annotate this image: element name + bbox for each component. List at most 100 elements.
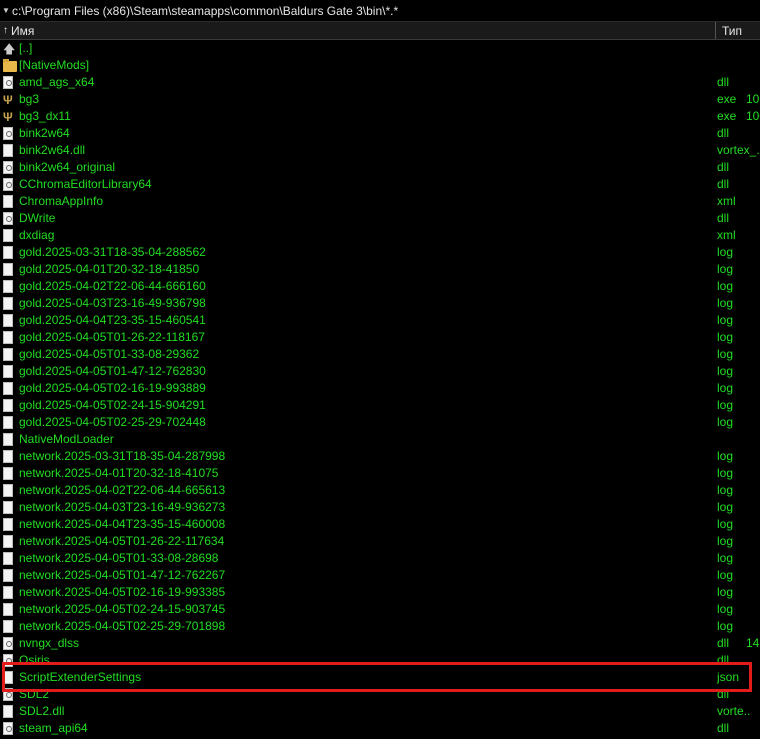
file-row[interactable]: steam_api64 dll <box>0 720 760 737</box>
file-type: dll <box>717 75 730 89</box>
file-row[interactable]: ScriptExtenderSettings json <box>0 669 760 686</box>
file-name: bink2w64 <box>19 126 70 140</box>
file-type: dll <box>717 160 730 174</box>
file-row[interactable]: bink2w64_original dll <box>0 159 760 176</box>
file-name: SDL2.dll <box>19 704 65 718</box>
file-row[interactable]: network.2025-04-02T22-06-44-665613 log <box>0 482 760 499</box>
column-type-header[interactable]: Тип <box>718 22 742 39</box>
file-list: 🡅 [..] [NativeMods] amd_ags_x64 dll Ψbg3 exe 10… <box>0 40 760 737</box>
file-row[interactable]: [NativeMods] <box>0 57 760 74</box>
file-name: gold.2025-04-05T01-47-12-762830 <box>19 364 206 378</box>
file-name: NativeModLoader <box>19 432 114 446</box>
file-row[interactable]: network.2025-04-03T23-16-49-936273 log <box>0 499 760 516</box>
file-type: log <box>717 449 734 463</box>
file-row[interactable]: network.2025-04-05T02-24-15-903745 log <box>0 601 760 618</box>
file-type: dll <box>717 721 730 735</box>
up-icon: 🡅 <box>3 42 16 56</box>
file-icon <box>3 466 15 481</box>
file-row[interactable]: network.2025-04-05T02-25-29-701898 log <box>0 618 760 635</box>
file-row[interactable]: dxdiag xml <box>0 227 760 244</box>
file-row[interactable]: nvngx_dlss dll 14 <box>0 635 760 652</box>
sort-arrow-icon: ↑ <box>3 25 8 36</box>
file-row[interactable]: SDL2.dll vorte.. <box>0 703 760 720</box>
file-row[interactable]: network.2025-04-05T01-26-22-117634 log <box>0 533 760 550</box>
file-type: xml <box>717 194 736 208</box>
file-row[interactable]: gold.2025-04-05T01-26-22-118167 log <box>0 329 760 346</box>
bg3-icon: Ψ <box>3 93 13 107</box>
file-row[interactable]: DWrite dll <box>0 210 760 227</box>
file-icon <box>3 483 15 498</box>
file-type: log <box>717 534 734 548</box>
file-name: gold.2025-04-05T02-16-19-993889 <box>19 381 206 395</box>
file-row[interactable]: gold.2025-04-05T02-25-29-702448 log <box>0 414 760 431</box>
file-type: log <box>717 381 734 395</box>
file-row[interactable]: network.2025-04-05T01-47-12-762267 log <box>0 567 760 584</box>
file-type: log <box>717 551 734 565</box>
file-row[interactable]: gold.2025-04-05T01-33-08-29362 log <box>0 346 760 363</box>
file-row[interactable]: SDL2 dll <box>0 686 760 703</box>
file-row[interactable]: bink2w64 dll <box>0 125 760 142</box>
dll-icon <box>3 211 15 226</box>
file-icon <box>3 381 15 396</box>
file-type: log <box>717 500 734 514</box>
file-type: log <box>717 313 734 327</box>
file-name: dxdiag <box>19 228 55 242</box>
file-type: log <box>717 279 734 293</box>
file-name: gold.2025-04-05T02-24-15-904291 <box>19 398 206 412</box>
file-row[interactable]: ChromaAppInfo xml <box>0 193 760 210</box>
file-row[interactable]: Osiris dll <box>0 652 760 669</box>
file-name: gold.2025-04-02T22-06-44-666160 <box>19 279 206 293</box>
drive-dropdown-icon[interactable]: ▼ <box>0 6 12 15</box>
bg3-icon: Ψ <box>3 110 13 124</box>
file-row[interactable]: network.2025-03-31T18-35-04-287998 log <box>0 448 760 465</box>
file-row[interactable]: network.2025-04-01T20-32-18-41075 log <box>0 465 760 482</box>
file-type: log <box>717 568 734 582</box>
file-icon <box>3 143 15 158</box>
dll-icon <box>3 687 15 702</box>
file-row[interactable]: Ψbg3 exe 103 <box>0 91 760 108</box>
file-name: bg3 <box>19 92 40 106</box>
file-icon <box>3 364 15 379</box>
file-name: bink2w64.dll <box>19 143 86 157</box>
file-name: Osiris <box>19 653 50 667</box>
file-name: gold.2025-04-05T02-25-29-702448 <box>19 415 206 429</box>
file-row[interactable]: network.2025-04-05T02-16-19-993385 log <box>0 584 760 601</box>
file-row[interactable]: bink2w64.dll vortex_.. <box>0 142 760 159</box>
file-row[interactable]: amd_ags_x64 dll <box>0 74 760 91</box>
file-type: log <box>717 347 734 361</box>
file-row[interactable]: gold.2025-04-05T02-16-19-993889 log <box>0 380 760 397</box>
file-name: gold.2025-04-03T23-16-49-936798 <box>19 296 206 310</box>
file-row[interactable]: gold.2025-04-05T01-47-12-762830 log <box>0 363 760 380</box>
file-row[interactable]: gold.2025-04-01T20-32-18-41850 log <box>0 261 760 278</box>
file-icon <box>3 568 15 583</box>
file-row[interactable]: network.2025-04-04T23-35-15-460008 log <box>0 516 760 533</box>
file-name: network.2025-04-02T22-06-44-665613 <box>19 483 226 497</box>
dll-icon <box>3 126 15 141</box>
column-name-header[interactable]: ↑ Имя <box>0 22 716 39</box>
file-icon <box>3 704 15 719</box>
file-row[interactable]: NativeModLoader <box>0 431 760 448</box>
file-row[interactable]: gold.2025-04-03T23-16-49-936798 log <box>0 295 760 312</box>
file-name: network.2025-04-01T20-32-18-41075 <box>19 466 219 480</box>
file-row[interactable]: CChromaEditorLibrary64 dll <box>0 176 760 193</box>
file-type: exe <box>717 92 737 106</box>
file-type: log <box>717 602 734 616</box>
file-icon <box>3 262 15 277</box>
file-icon <box>3 585 15 600</box>
file-row[interactable]: gold.2025-04-02T22-06-44-666160 log <box>0 278 760 295</box>
file-icon <box>3 296 15 311</box>
file-row[interactable]: 🡅 [..] <box>0 40 760 57</box>
file-name: ChromaAppInfo <box>19 194 104 208</box>
path-bar[interactable]: ▼ c:\Program Files (x86)\Steam\steamapps… <box>0 0 760 22</box>
file-row[interactable]: network.2025-04-05T01-33-08-28698 log <box>0 550 760 567</box>
file-type: dll <box>717 177 730 191</box>
file-type: log <box>717 619 734 633</box>
file-name: network.2025-04-05T01-47-12-762267 <box>19 568 226 582</box>
file-row[interactable]: gold.2025-04-05T02-24-15-904291 log <box>0 397 760 414</box>
file-type: dll <box>717 211 730 225</box>
dll-icon <box>3 721 15 736</box>
file-name: DWrite <box>19 211 56 225</box>
file-row[interactable]: gold.2025-04-04T23-35-15-460541 log <box>0 312 760 329</box>
file-row[interactable]: gold.2025-03-31T18-35-04-288562 log <box>0 244 760 261</box>
file-row[interactable]: Ψbg3_dx11 exe 100 <box>0 108 760 125</box>
